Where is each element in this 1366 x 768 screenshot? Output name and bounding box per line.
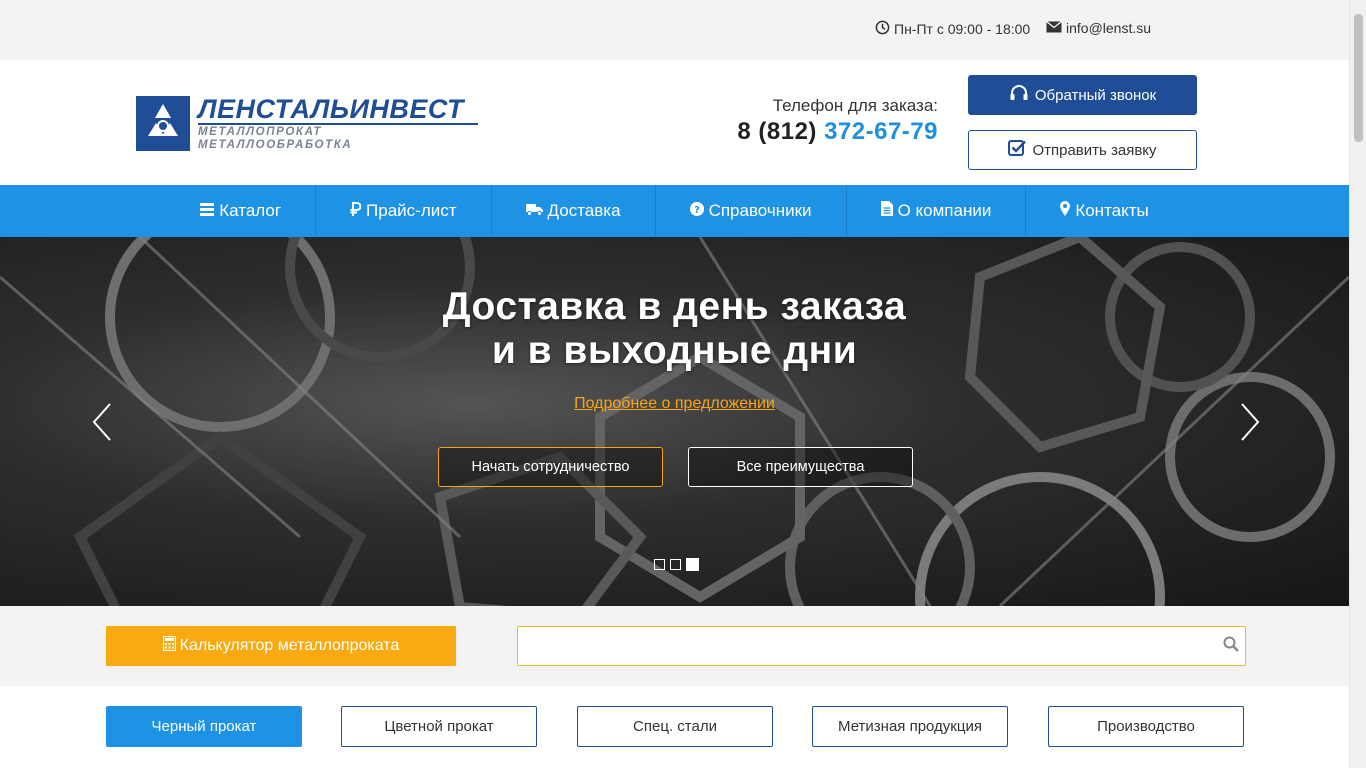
- checkbox-checked-icon: [1008, 139, 1027, 161]
- order-phone: Телефон для заказа: 8 (812) 372-67-79: [737, 96, 938, 146]
- search-input[interactable]: [518, 627, 1208, 665]
- document-icon: [880, 201, 893, 221]
- start-cooperation-button[interactable]: Начать сотрудничество: [438, 447, 663, 487]
- category-fasteners[interactable]: Метизная продукция: [812, 706, 1008, 747]
- clock-icon: [875, 20, 890, 38]
- phone-label: Телефон для заказа:: [772, 96, 938, 115]
- nav-item-about[interactable]: О компании: [847, 185, 1027, 237]
- category-non-ferrous-metal[interactable]: Цветной прокат: [341, 706, 537, 747]
- main-nav: Каталог Прайс-лист Доставка ? Справочник…: [0, 185, 1349, 237]
- email-text: info@lenst.su: [1066, 20, 1152, 36]
- send-request-label: Отправить заявку: [1032, 141, 1157, 159]
- nav-item-catalog[interactable]: Каталог: [166, 185, 317, 237]
- site-search: [517, 626, 1246, 666]
- category-ferrous-metal[interactable]: Черный прокат: [106, 706, 302, 747]
- top-bar: Пн-Пт с 09:00 - 18:00 info@lenst.su: [0, 0, 1349, 60]
- slider-dot[interactable]: [654, 559, 665, 570]
- phone-number-link[interactable]: 8 (812) 372-67-79: [737, 118, 938, 146]
- hero-title-line-2: и в выходные дни: [491, 329, 858, 372]
- slider-dot[interactable]: [670, 559, 681, 570]
- nav-item-price-list[interactable]: Прайс-лист: [316, 185, 492, 237]
- phone-prefix: 8 (812): [737, 118, 817, 145]
- slider-pagination: [654, 558, 699, 571]
- callback-button[interactable]: Обратный звонок: [968, 75, 1197, 115]
- send-request-button[interactable]: Отправить заявку: [968, 130, 1197, 170]
- phone-number: 372-67-79: [824, 118, 938, 145]
- truck-icon: [525, 201, 543, 221]
- hero-slider: Доставка в день заказа и в выходные дни …: [0, 237, 1349, 606]
- nav-label: Каталог: [219, 201, 282, 220]
- svg-text:?: ?: [694, 205, 700, 216]
- scrollbar-thumb[interactable]: [1354, 14, 1363, 142]
- calculator-icon: [162, 635, 176, 656]
- envelope-icon: [1046, 20, 1062, 36]
- site-logo[interactable]: ЛЕНСТАЛЬИНВЕСТ МЕТАЛЛОПРОКАТ МЕТАЛЛООБРА…: [136, 95, 478, 151]
- nav-label: О компании: [897, 201, 992, 220]
- nav-label: Контакты: [1075, 201, 1149, 220]
- working-hours-text: Пн-Пт с 09:00 - 18:00: [894, 21, 1031, 37]
- category-special-steels[interactable]: Спец. стали: [577, 706, 773, 747]
- nav-label: Доставка: [547, 201, 621, 220]
- question-circle-icon: ?: [689, 201, 704, 221]
- search-button[interactable]: [1217, 627, 1245, 665]
- map-marker-icon: [1060, 201, 1071, 221]
- nav-label: Справочники: [708, 201, 812, 220]
- all-advantages-button[interactable]: Все преимущества: [688, 447, 913, 487]
- slider-next-arrow-icon[interactable]: [1238, 402, 1262, 442]
- calculator-label: Калькулятор металлопроката: [179, 637, 400, 654]
- working-hours: Пн-Пт с 09:00 - 18:00: [875, 20, 1030, 38]
- callback-label: Обратный звонок: [1034, 86, 1157, 104]
- logo-brand-name: ЛЕНСТАЛЬИНВЕСТ: [198, 93, 464, 124]
- offer-details-link[interactable]: Подробнее о предложении: [574, 395, 775, 412]
- category-production[interactable]: Производство: [1048, 706, 1244, 747]
- logo-mark-icon: [136, 95, 190, 151]
- hero-title-line-1: Доставка в день заказа: [442, 285, 907, 328]
- hero-more-link-wrap: Подробнее о предложении: [0, 395, 1349, 413]
- email-link[interactable]: info@lenst.su: [1046, 20, 1151, 36]
- hero-title: Доставка в день заказа и в выходные дни: [0, 285, 1349, 373]
- search-icon: [1223, 636, 1239, 657]
- nav-item-contacts[interactable]: Контакты: [1026, 185, 1182, 237]
- slider-prev-arrow-icon[interactable]: [90, 402, 114, 442]
- tools-bar: Калькулятор металлопроката: [0, 606, 1349, 686]
- page-scrollbar[interactable]: [1349, 0, 1366, 768]
- product-categories: Черный прокат Цветной прокат Спец. стали…: [0, 686, 1349, 768]
- headset-icon: [1009, 84, 1029, 106]
- metal-calculator-button[interactable]: Калькулятор металлопроката: [106, 626, 456, 666]
- logo-tagline: МЕТАЛЛОПРОКАТ МЕТАЛЛООБРАБОТКА: [198, 122, 478, 152]
- slider-dot-active[interactable]: [686, 558, 699, 571]
- nav-item-reference[interactable]: ? Справочники: [656, 185, 847, 237]
- site-header: ЛЕНСТАЛЬИНВЕСТ МЕТАЛЛОПРОКАТ МЕТАЛЛООБРА…: [0, 60, 1349, 185]
- nav-item-delivery[interactable]: Доставка: [492, 185, 656, 237]
- bars-icon: [200, 201, 215, 221]
- ruble-icon: [350, 201, 362, 221]
- nav-label: Прайс-лист: [366, 201, 457, 220]
